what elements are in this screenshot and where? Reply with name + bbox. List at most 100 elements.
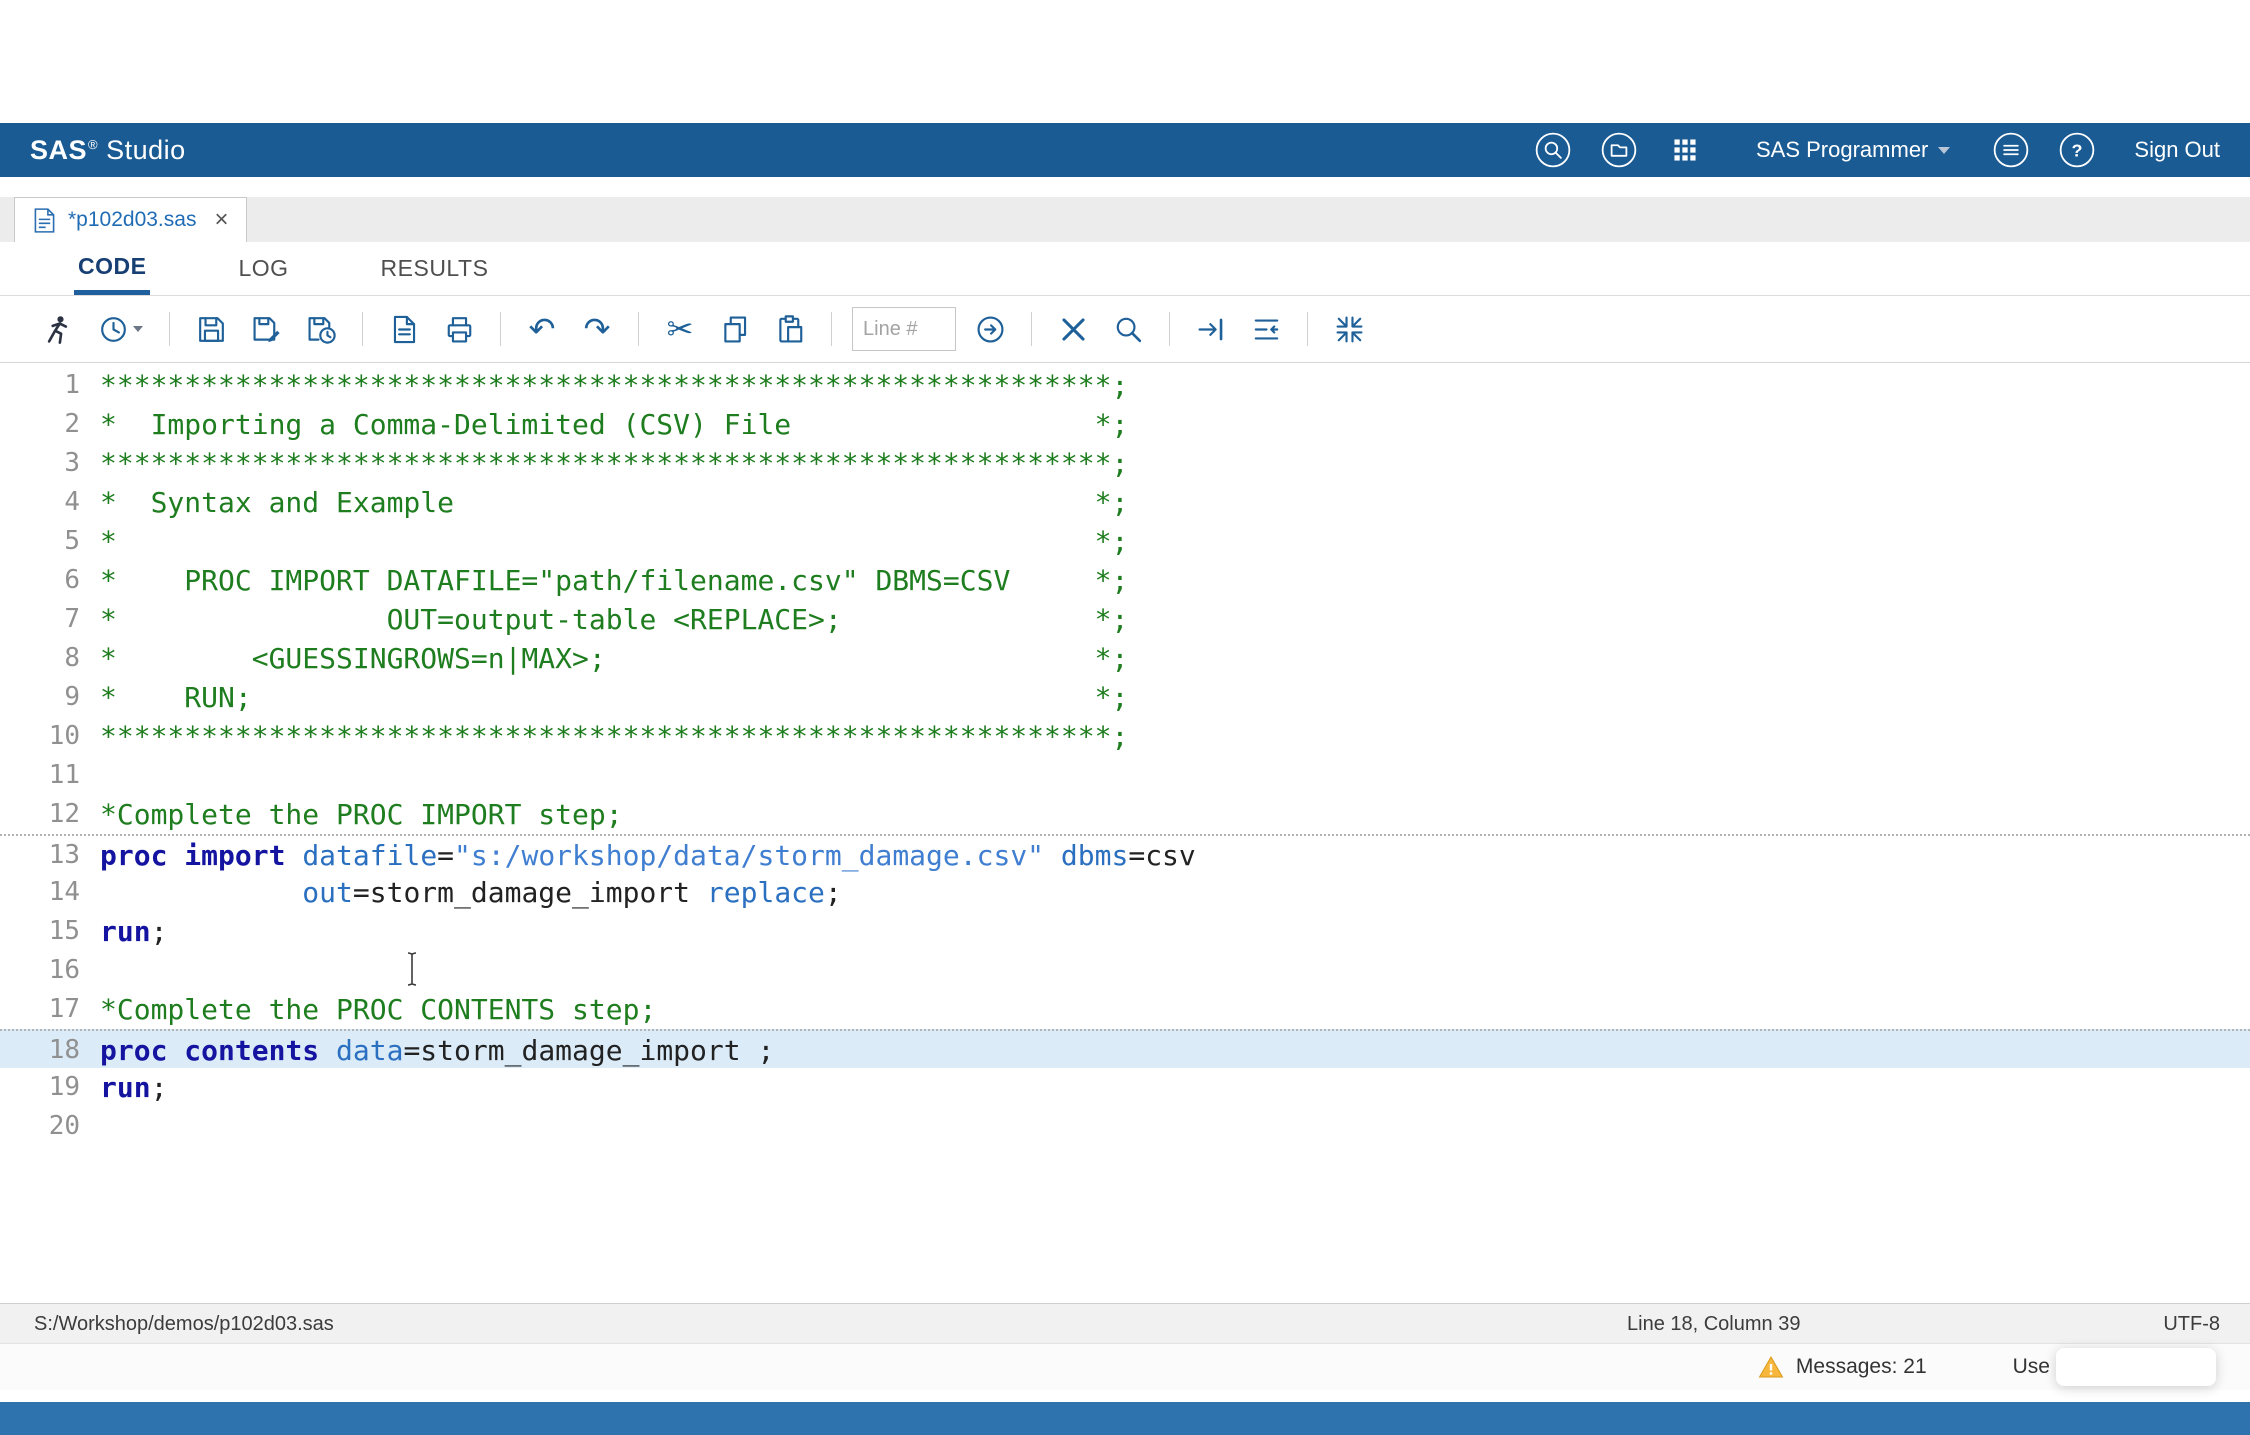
code-text: run; [100,912,167,951]
taskbar-strip [0,1402,2250,1435]
search-icon[interactable] [1534,131,1572,169]
save-icon[interactable] [190,308,232,350]
code-line[interactable]: 16 [0,951,2250,990]
code-line[interactable]: 6* PROC IMPORT DATAFILE="path/filename.c… [0,561,2250,600]
code-lines: 1***************************************… [0,366,2250,1146]
sign-out-link[interactable]: Sign Out [2134,137,2220,163]
line-number: 3 [0,444,100,483]
line-number: 15 [0,912,100,951]
line-number: 7 [0,600,100,639]
line-number: 14 [0,873,100,912]
document-tab-title: *p102d03.sas [68,208,196,232]
code-text: *Complete the PROC IMPORT step; [100,795,623,834]
document-tab-strip: *p102d03.sas × [0,197,2250,243]
cut-icon[interactable]: ✂ [659,308,701,350]
toolbar-separator [1169,312,1170,346]
close-icon[interactable]: × [214,208,228,232]
goto-line-icon[interactable] [969,308,1011,350]
code-text: proc import datafile="s:/workshop/data/s… [100,836,1196,873]
code-text: proc contents data=storm_damage_import ; [100,1031,774,1068]
user-label-partial: Use [2013,1355,2050,1379]
code-line[interactable]: 8* <GUESSINGROWS=n|MAX>; *; [0,639,2250,678]
go-interactive-icon[interactable] [1190,308,1232,350]
brand-studio: Studio [106,135,186,166]
code-line[interactable]: 4* Syntax and Example *; [0,483,2250,522]
line-number: 11 [0,756,100,795]
undo-icon[interactable]: ↶ [521,308,563,350]
goto-line-input[interactable] [852,307,956,351]
line-number: 16 [0,951,100,990]
code-line[interactable]: 10**************************************… [0,717,2250,756]
app-title: SAS® Studio [30,135,186,166]
new-program-icon[interactable] [383,308,425,350]
code-line[interactable]: 14 out=storm_damage_import replace; [0,873,2250,912]
header-actions: SAS Programmer ? Sign Out [1534,131,2220,169]
find-replace-icon[interactable] [1107,308,1149,350]
tab-results[interactable]: RESULTS [377,242,493,295]
code-line[interactable]: 17*Complete the PROC CONTENTS step; [0,990,2250,1029]
editor-toolbar: ↶ ↷ ✂ [0,296,2250,363]
format-code-icon[interactable] [1245,308,1287,350]
print-icon[interactable] [438,308,480,350]
code-editor[interactable]: 1***************************************… [0,363,2250,1306]
document-tab[interactable]: *p102d03.sas × [14,197,247,242]
paste-icon[interactable] [769,308,811,350]
line-number: 2 [0,405,100,444]
code-line[interactable]: 11 [0,756,2250,795]
code-line[interactable]: 1***************************************… [0,366,2250,405]
toolbar-separator [638,312,639,346]
code-line[interactable]: 9* RUN; *; [0,678,2250,717]
save-history-icon[interactable] [300,308,342,350]
code-line[interactable]: 7* OUT=output-table <REPLACE>; *; [0,600,2250,639]
code-text: ****************************************… [100,366,1128,405]
code-text: * Importing a Comma-Delimited (CSV) File… [100,405,1128,444]
code-line[interactable]: 2* Importing a Comma-Delimited (CSV) Fil… [0,405,2250,444]
clear-code-icon[interactable] [1052,308,1094,350]
view-tabs: CODE LOG RESULTS [0,242,2250,296]
tab-log[interactable]: LOG [234,242,292,295]
code-line[interactable]: 13proc import datafile="s:/workshop/data… [0,834,2250,873]
text-cursor-pointer [404,951,420,992]
code-line[interactable]: 15run; [0,912,2250,951]
code-line[interactable]: 3***************************************… [0,444,2250,483]
apps-grid-icon[interactable] [1666,131,1704,169]
toolbar-separator [1307,312,1308,346]
code-line[interactable]: 20 [0,1107,2250,1146]
encoding-label: UTF-8 [2163,1313,2220,1336]
file-path: S:/Workshop/demos/p102d03.sas [34,1313,334,1336]
brand-sas: SAS [30,135,87,165]
line-number: 6 [0,561,100,600]
program-file-icon [33,208,56,233]
code-line[interactable]: 18proc contents data=storm_damage_import… [0,1029,2250,1068]
code-line[interactable]: 5* *; [0,522,2250,561]
page-top-whitespace [0,0,2250,123]
code-text: * RUN; *; [100,678,1128,717]
run-icon[interactable] [36,308,78,350]
chevron-down-icon [133,326,143,332]
user-menu[interactable]: SAS Programmer [1756,137,1950,163]
folder-icon[interactable] [1600,131,1638,169]
submit-history-icon[interactable] [91,308,149,350]
copy-icon[interactable] [714,308,756,350]
line-number: 20 [0,1107,100,1146]
code-text: * <GUESSINGROWS=n|MAX>; *; [100,639,1128,678]
code-line[interactable]: 12*Complete the PROC IMPORT step; [0,795,2250,834]
display-options-icon[interactable] [1992,131,2030,169]
svg-text:?: ? [2072,140,2083,160]
line-number: 9 [0,678,100,717]
save-as-icon[interactable] [245,308,287,350]
redo-icon[interactable]: ↷ [576,308,618,350]
line-number: 18 [0,1031,100,1068]
line-number: 19 [0,1068,100,1107]
help-icon[interactable]: ? [2058,131,2096,169]
code-line[interactable]: 19run; [0,1068,2250,1107]
toolbar-separator [831,312,832,346]
app-header: SAS® Studio SAS Programmer ? [0,123,2250,177]
toolbar-separator [500,312,501,346]
user-menu-label: SAS Programmer [1756,137,1928,163]
status-bar: S:/Workshop/demos/p102d03.sas Line 18, C… [0,1303,2250,1343]
messages-count-label[interactable]: Messages: 21 [1796,1355,1927,1379]
collapse-view-icon[interactable] [1328,308,1370,350]
tab-code[interactable]: CODE [74,242,150,295]
code-text: * PROC IMPORT DATAFILE="path/filename.cs… [100,561,1128,600]
